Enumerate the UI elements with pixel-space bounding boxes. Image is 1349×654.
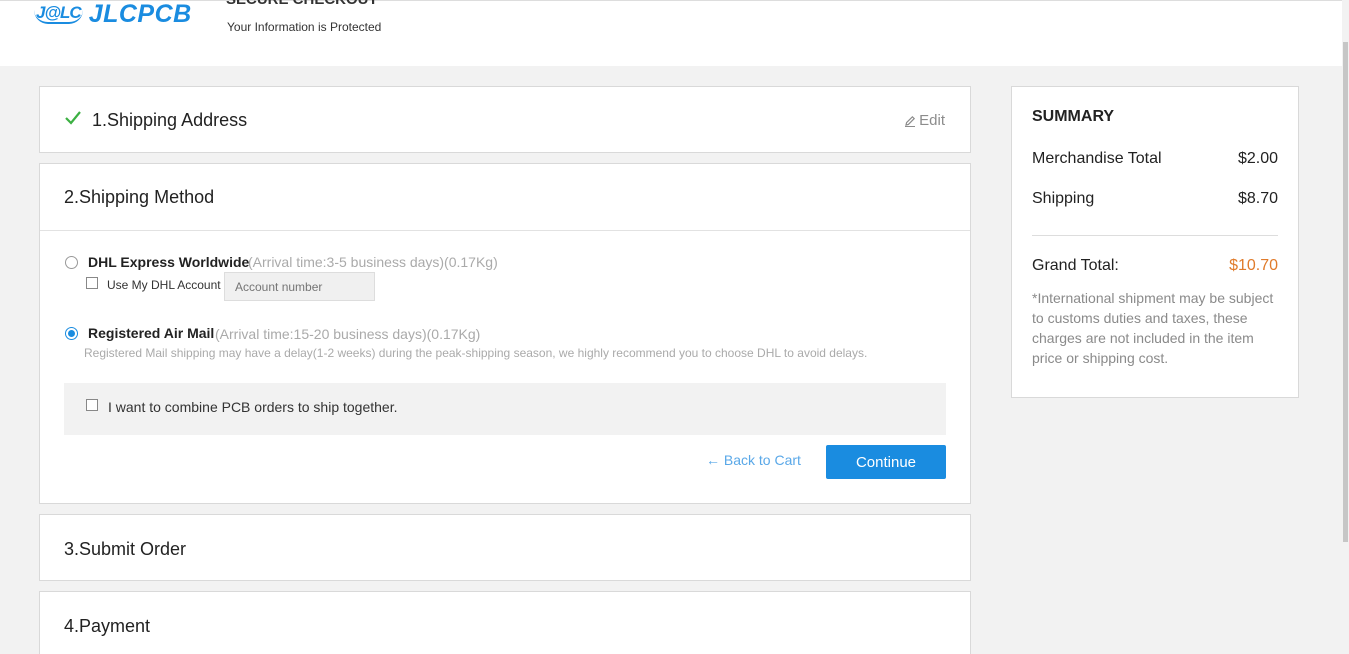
- dhl-option-info: (Arrival time:3-5 business days)(0.17Kg): [248, 254, 498, 270]
- shipping-address-panel: 1.Shipping Address Edit: [39, 86, 971, 153]
- payment-title: 4.Payment: [64, 616, 151, 636]
- grand-total-row: Grand Total: $10.70: [1032, 257, 1278, 275]
- logo-mark: J@LC: [34, 2, 83, 24]
- merchandise-total-row: Merchandise Total $2.00: [1032, 150, 1278, 168]
- air-mail-radio[interactable]: [65, 327, 78, 340]
- customs-note: *International shipment may be subject t…: [1032, 290, 1274, 366]
- check-icon: [65, 111, 81, 125]
- edit-label: Edit: [919, 112, 945, 129]
- combine-orders-checkbox[interactable]: [86, 399, 98, 411]
- summary-title: SUMMARY: [1032, 108, 1115, 125]
- grand-total-label: Grand Total:: [1032, 257, 1119, 274]
- shipping-value: $8.70: [1237, 190, 1278, 207]
- top-header: J@LC JLCPCB SECURE CHECKOUT Your Informa…: [0, 0, 1349, 66]
- submit-order-panel: 3.Submit Order: [39, 514, 971, 581]
- dhl-account-input[interactable]: [224, 272, 375, 301]
- page-scrollbar[interactable]: [1342, 0, 1349, 654]
- grand-total-value: $10.70: [1229, 257, 1278, 274]
- order-summary: SUMMARY Merchandise Total $2.00 Shipping…: [1011, 86, 1299, 398]
- dhl-account-label[interactable]: Use My DHL Account: [107, 278, 221, 292]
- combine-orders-box: I want to combine PCB orders to ship tog…: [64, 383, 946, 435]
- jlcpcb-logo[interactable]: J@LC JLCPCB: [34, 0, 192, 33]
- air-mail-delay-note: Registered Mail shipping may have a dela…: [84, 346, 868, 360]
- dhl-option-label[interactable]: DHL Express Worldwide: [88, 254, 249, 270]
- continue-button[interactable]: Continue: [826, 445, 946, 479]
- back-to-cart-link[interactable]: ← Back to Cart: [706, 452, 801, 468]
- payment-panel: 4.Payment: [39, 591, 971, 654]
- shipping-address-title: 1.Shipping Address: [92, 110, 248, 130]
- shipping-method-title: 2.Shipping Method: [64, 187, 215, 207]
- air-mail-option-label[interactable]: Registered Air Mail: [88, 325, 214, 341]
- secure-checkout-title: SECURE CHECKOUT: [226, 0, 378, 8]
- dhl-radio[interactable]: [65, 256, 78, 269]
- combine-orders-label[interactable]: I want to combine PCB orders to ship tog…: [108, 399, 398, 415]
- shipping-method-panel: 2.Shipping Method DHL Express Worldwide …: [39, 163, 971, 504]
- dhl-account-checkbox[interactable]: [86, 277, 98, 289]
- shipping-row: Shipping $8.70: [1032, 190, 1278, 208]
- shipping-label: Shipping: [1032, 190, 1095, 207]
- summary-divider: [1032, 235, 1278, 236]
- pencil-icon: [905, 115, 916, 127]
- scrollbar-thumb[interactable]: [1343, 42, 1348, 542]
- logo-text: JLCPCB: [88, 0, 192, 28]
- submit-order-title: 3.Submit Order: [64, 539, 187, 559]
- merchandise-total-label: Merchandise Total: [1032, 150, 1162, 167]
- merchandise-total-value: $2.00: [1237, 150, 1278, 167]
- secure-checkout-subtitle: Your Information is Protected: [227, 20, 382, 34]
- air-mail-option-info: (Arrival time:15-20 business days)(0.17K…: [215, 326, 481, 342]
- edit-address-button[interactable]: Edit: [904, 112, 945, 129]
- shipping-method-header: 2.Shipping Method: [40, 164, 970, 231]
